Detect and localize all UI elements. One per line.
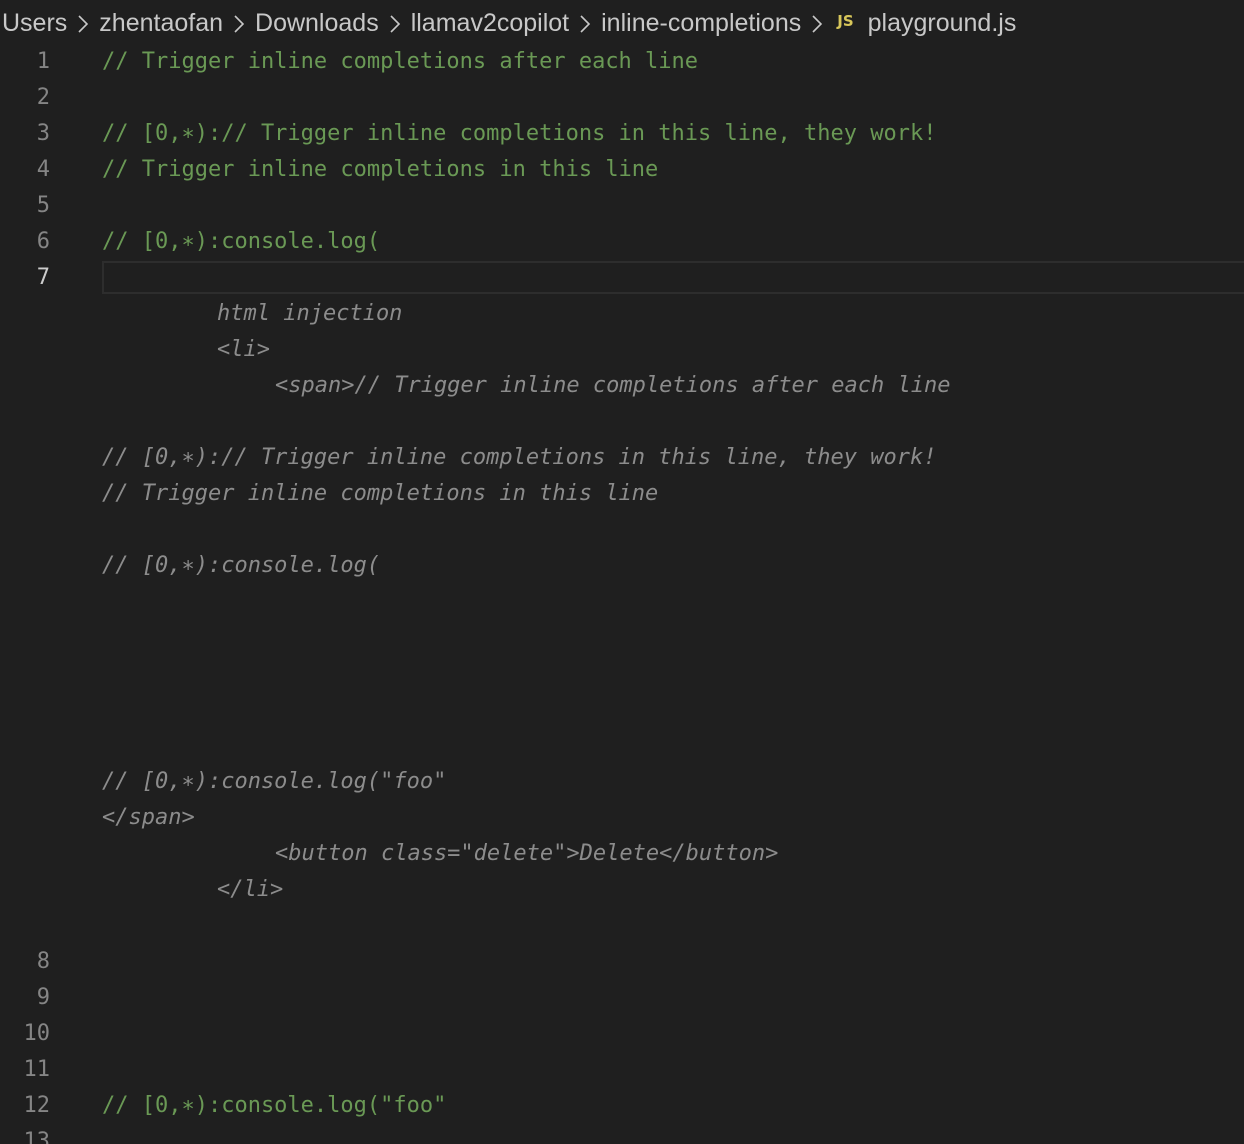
- code-text: // [0,∗):console.log("foo": [102, 1093, 447, 1118]
- code-line[interactable]: 8: [0, 944, 1244, 980]
- breadcrumb-users[interactable]: Users: [2, 9, 67, 38]
- line-number: 3: [36, 121, 50, 146]
- chevron-right-icon: [380, 11, 410, 35]
- code-text: // [0,∗):// Trigger inline completions i…: [102, 121, 937, 146]
- breadcrumb-llamav2copilot[interactable]: llamav2copilot: [411, 9, 569, 38]
- code-line[interactable]: 5: [0, 188, 1244, 224]
- code-line[interactable]: 3 // [0,∗):// Trigger inline completions…: [0, 116, 1244, 152]
- ghost-line: <span>// Trigger inline completions afte…: [275, 373, 951, 398]
- ghost-line: // [0,∗):console.log("foo": [102, 769, 447, 794]
- line-number: 11: [23, 1057, 51, 1082]
- ghost-line: </span>: [102, 805, 195, 830]
- code-line[interactable]: 13: [0, 1124, 1244, 1144]
- code-line[interactable]: 6 // [0,∗):console.log(: [0, 224, 1244, 260]
- code-line[interactable]: 12 // [0,∗):console.log("foo": [0, 1088, 1244, 1124]
- line-number: 10: [23, 1021, 51, 1046]
- ghost-line: html injection: [217, 301, 403, 326]
- ghost-line: <li>: [217, 337, 270, 362]
- ghost-line: // [0,∗):// Trigger inline completions i…: [102, 445, 937, 470]
- breadcrumb-zhentaofan[interactable]: zhentaofan: [99, 9, 223, 38]
- line-number: 5: [36, 193, 50, 218]
- chevron-right-icon: [802, 11, 832, 35]
- line-number: 12: [23, 1093, 51, 1118]
- code-line[interactable]: 11: [0, 1052, 1244, 1088]
- ghost-line: <button class="delete">Delete</button>: [275, 841, 779, 866]
- code-text: // Trigger inline completions in this li…: [102, 157, 659, 182]
- line-number: 9: [36, 985, 50, 1010]
- line-number: 6: [36, 229, 50, 254]
- code-line[interactable]: 2: [0, 80, 1244, 116]
- breadcrumb: Users zhentaofan Downloads llamav2copilo…: [0, 0, 1244, 46]
- line-number: 2: [36, 85, 50, 110]
- code-line[interactable]: 1 // Trigger inline completions after ea…: [0, 44, 1244, 80]
- code-line[interactable]: 9: [0, 980, 1244, 1016]
- chevron-right-icon: [570, 11, 600, 35]
- javascript-file-icon: JS: [837, 12, 854, 30]
- code-text: // [0,∗):console.log(: [102, 229, 381, 254]
- line-number: 4: [36, 157, 50, 182]
- breadcrumb-downloads[interactable]: Downloads: [255, 9, 379, 38]
- ghost-line: // [0,∗):console.log(: [102, 553, 381, 578]
- line-number-active: 7: [36, 265, 50, 290]
- breadcrumb-file-name[interactable]: playground.js: [868, 9, 1017, 38]
- breadcrumb-inline-completions[interactable]: inline-completions: [601, 9, 801, 38]
- line-number: 1: [36, 49, 50, 74]
- line-number: 13: [23, 1129, 51, 1144]
- ghost-line: </li>: [217, 877, 284, 902]
- code-line[interactable]: 4 // Trigger inline completions in this …: [0, 152, 1244, 188]
- ghost-line: // Trigger inline completions in this li…: [102, 481, 659, 506]
- code-line-active[interactable]: 7: [0, 260, 1244, 296]
- line-number: 8: [36, 949, 50, 974]
- code-line[interactable]: 10: [0, 1016, 1244, 1052]
- chevron-right-icon: [224, 11, 254, 35]
- code-text: // Trigger inline completions after each…: [102, 49, 699, 74]
- chevron-right-icon: [68, 11, 98, 35]
